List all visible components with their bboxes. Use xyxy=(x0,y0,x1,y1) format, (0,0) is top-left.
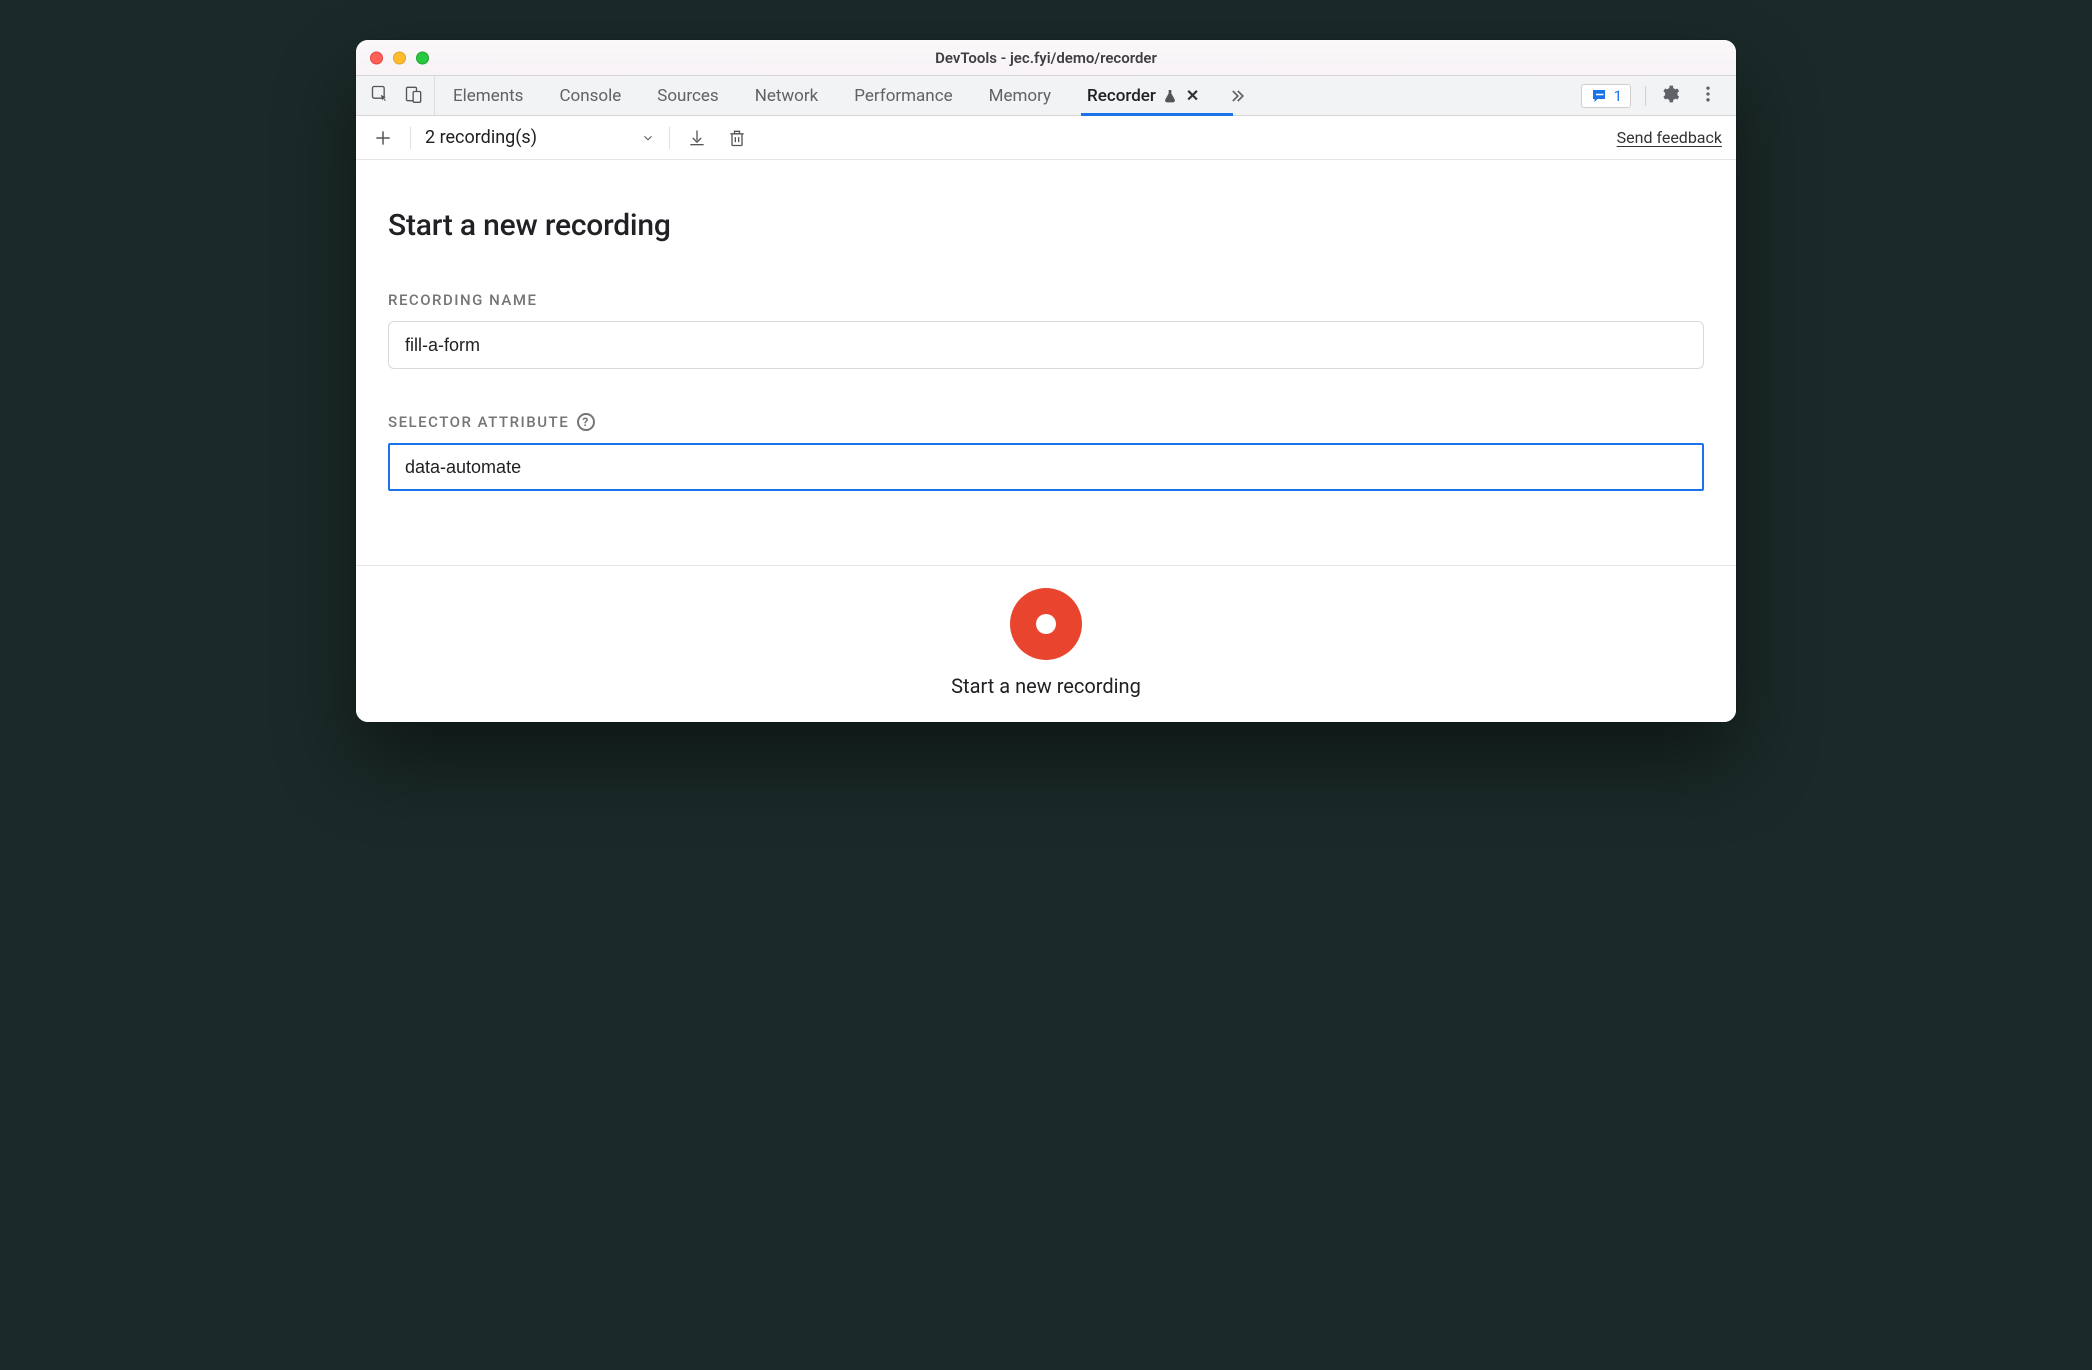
tab-close-icon[interactable]: ✕ xyxy=(1186,86,1199,105)
settings-icon[interactable] xyxy=(1660,84,1680,108)
recorder-main: Start a new recording Recording name Sel… xyxy=(356,160,1736,565)
selector-attribute-label: Selector attribute ? xyxy=(388,413,1704,431)
recorder-footer: Start a new recording xyxy=(356,565,1736,722)
tab-sources[interactable]: Sources xyxy=(657,76,718,115)
inspect-element-icon[interactable] xyxy=(370,84,390,108)
issues-count: 1 xyxy=(1614,87,1622,105)
chevron-down-icon xyxy=(641,131,655,145)
page-heading: Start a new recording xyxy=(388,208,1704,243)
selector-attribute-input[interactable] xyxy=(388,443,1704,491)
experiment-icon xyxy=(1162,88,1178,104)
tabstrip-right-tools: 1 xyxy=(1581,76,1728,115)
export-button[interactable] xyxy=(684,125,710,151)
recorder-toolbar: 2 recording(s) Send feedback xyxy=(356,116,1736,160)
start-recording-label: Start a new recording xyxy=(951,674,1141,698)
tabstrip-left-tools xyxy=(364,76,435,115)
more-icon[interactable] xyxy=(1694,84,1722,108)
window-minimize-button[interactable] xyxy=(393,51,406,64)
device-toggle-icon[interactable] xyxy=(404,84,424,108)
help-icon[interactable]: ? xyxy=(577,413,595,431)
devtools-window: DevTools - jec.fyi/demo/recorder Element… xyxy=(356,40,1736,722)
recording-name-label: Recording name xyxy=(388,291,1704,309)
tab-network[interactable]: Network xyxy=(755,76,819,115)
issues-icon xyxy=(1590,87,1608,105)
tab-performance[interactable]: Performance xyxy=(854,76,952,115)
window-zoom-button[interactable] xyxy=(416,51,429,64)
titlebar: DevTools - jec.fyi/demo/recorder xyxy=(356,40,1736,76)
tab-memory[interactable]: Memory xyxy=(989,76,1051,115)
recording-name-input[interactable] xyxy=(388,321,1704,369)
delete-button[interactable] xyxy=(724,125,750,151)
recording-name-group: Recording name xyxy=(388,291,1704,369)
issues-button[interactable]: 1 xyxy=(1581,84,1631,108)
tab-recorder[interactable]: Recorder ✕ xyxy=(1087,76,1199,115)
new-recording-button[interactable] xyxy=(370,125,396,151)
record-icon xyxy=(1036,614,1056,634)
recordings-dropdown[interactable]: 2 recording(s) xyxy=(425,127,655,148)
tab-elements[interactable]: Elements xyxy=(453,76,523,115)
window-title: DevTools - jec.fyi/demo/recorder xyxy=(368,49,1724,67)
tab-list: Elements Console Sources Network Perform… xyxy=(453,76,1199,115)
start-recording-button[interactable] xyxy=(1010,588,1082,660)
tabs-overflow-icon[interactable] xyxy=(1227,76,1247,115)
send-feedback-link[interactable]: Send feedback xyxy=(1617,128,1722,147)
tabstrip: Elements Console Sources Network Perform… xyxy=(356,76,1736,116)
window-close-button[interactable] xyxy=(370,51,383,64)
selector-attribute-group: Selector attribute ? xyxy=(388,413,1704,491)
window-traffic-lights xyxy=(370,51,429,64)
recordings-count-label: 2 recording(s) xyxy=(425,127,537,148)
tab-console[interactable]: Console xyxy=(559,76,621,115)
